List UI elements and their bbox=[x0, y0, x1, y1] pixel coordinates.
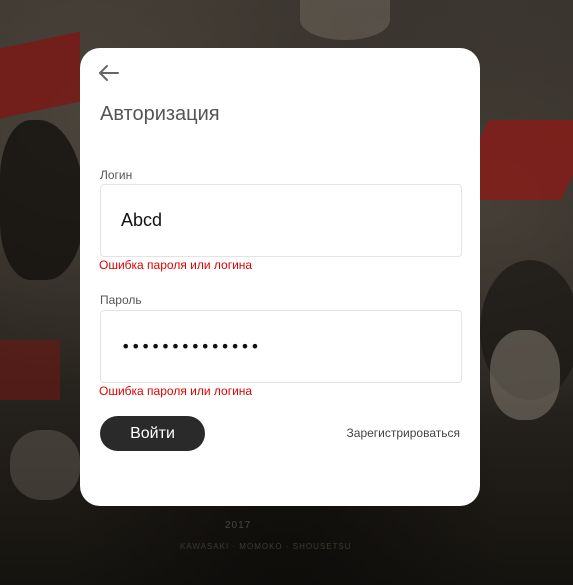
artwork-shape bbox=[0, 120, 85, 280]
arrow-left-icon bbox=[96, 60, 122, 86]
password-error: Ошибка пароля или логина bbox=[99, 384, 253, 398]
back-button[interactable] bbox=[96, 60, 122, 86]
artwork-shape bbox=[0, 31, 80, 119]
artwork-shape bbox=[10, 430, 80, 500]
password-field[interactable]: •••••••••••••• bbox=[100, 310, 462, 383]
artwork-caption-secondary: KAWASAKI · MOMOKO · SHOUSETSU bbox=[180, 542, 352, 551]
password-input[interactable]: •••••••••••••• bbox=[121, 337, 260, 356]
login-card: Авторизация Логин Ошибка пароля или логи… bbox=[80, 48, 480, 506]
login-button[interactable]: Войти bbox=[100, 416, 205, 451]
register-link[interactable]: Зарегистрироваться bbox=[347, 426, 460, 440]
login-label: Логин bbox=[100, 168, 133, 182]
page-title: Авторизация bbox=[100, 103, 220, 125]
login-error: Ошибка пароля или логина bbox=[99, 258, 253, 272]
password-label: Пароль bbox=[100, 293, 142, 307]
artwork-shape bbox=[300, 0, 390, 40]
artwork-caption: 2017 bbox=[225, 520, 252, 531]
login-input[interactable] bbox=[121, 185, 441, 256]
login-field[interactable] bbox=[100, 184, 462, 257]
artwork-shape bbox=[0, 340, 60, 400]
artwork-shape bbox=[490, 330, 560, 420]
